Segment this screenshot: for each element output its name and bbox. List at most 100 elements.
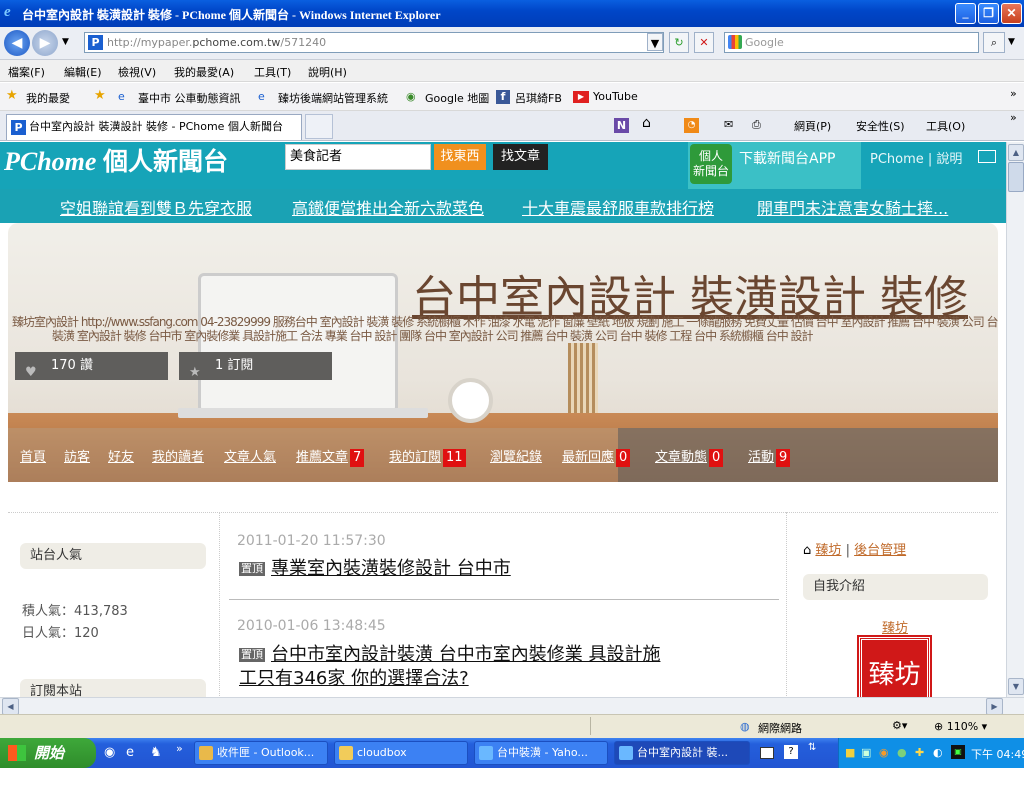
page-menu[interactable]: 網頁(P) xyxy=(794,118,831,134)
language-bar-icon[interactable]: ⇅ xyxy=(808,742,816,753)
owner-stamp-image[interactable]: 臻坊 xyxy=(857,635,932,697)
admin-link[interactable]: 後台管理 xyxy=(854,543,906,558)
news-link[interactable]: 高鐵便當推出全新六款菜色 xyxy=(292,195,484,219)
forward-button[interactable]: ▶ xyxy=(32,30,58,56)
blog-description: 臻坊室內設計 http://www.ssfang.com 04-23829999… xyxy=(12,315,998,345)
nav-subscriptions[interactable]: 我的訂閱 11 xyxy=(389,446,466,467)
mail-icon[interactable]: ✉ xyxy=(724,118,733,131)
tray-icon-1[interactable]: ■ xyxy=(845,746,855,759)
task-current-ie[interactable]: 台中室內設計 裝... xyxy=(614,741,750,765)
quicklaunch-media-icon[interactable]: ◉ xyxy=(104,745,115,760)
search-options-icon[interactable]: ▼ xyxy=(1008,37,1015,47)
tray-icon-4[interactable]: ● xyxy=(897,746,907,759)
address-input[interactable]: P http://mypaper.pchome.com.tw/571240 xyxy=(84,32,664,53)
refresh-icon[interactable]: ↻ xyxy=(669,32,689,53)
scroll-left-arrow[interactable]: ◀ xyxy=(2,698,19,715)
menu-bar: 檔案(F) 編輯(E) 檢視(V) 我的最愛(A) 工具(T) 說明(H) xyxy=(0,60,1024,82)
nav-home[interactable]: 首頁 xyxy=(20,446,46,465)
favorites-button[interactable]: 我的最愛 xyxy=(26,90,70,106)
tray-icon-5[interactable]: ✚ xyxy=(915,746,924,759)
toolbar-overflow-icon[interactable]: » xyxy=(1010,111,1017,124)
favbar-overflow-icon[interactable]: » xyxy=(1010,87,1017,100)
menu-view[interactable]: 檢視(V) xyxy=(118,64,156,80)
tray-icon-7[interactable]: ▣ xyxy=(951,745,965,759)
rss-feed-icon[interactable]: ◔ xyxy=(684,118,699,133)
nav-readers[interactable]: 我的讀者 xyxy=(152,446,204,465)
search-input[interactable]: Google xyxy=(724,32,979,53)
address-dropdown-icon[interactable]: ▼ xyxy=(647,33,663,51)
scroll-right-arrow[interactable]: ▶ xyxy=(986,698,1003,715)
protected-mode-icon[interactable]: ⚙▾ xyxy=(892,719,907,732)
window-title-bar[interactable]: e 台中室內設計 裝潢設計 裝修 - PChome 個人新聞台 - Window… xyxy=(0,0,1024,27)
maximize-button[interactable]: ❐ xyxy=(978,3,999,24)
find-button[interactable]: 找東西 xyxy=(434,144,486,170)
keyboard-icon[interactable] xyxy=(760,747,774,759)
stop-icon[interactable]: ✕ xyxy=(694,32,714,53)
nav-recommended[interactable]: 推薦文章 7 xyxy=(296,446,365,467)
search-button[interactable]: ⌕ xyxy=(983,32,1005,53)
back-button[interactable]: ◀ xyxy=(4,30,30,56)
history-dropdown-icon[interactable]: ▼ xyxy=(62,37,69,47)
tray-icon-6[interactable]: ◐ xyxy=(933,746,943,759)
home-icon[interactable]: ⌂ xyxy=(642,115,651,131)
horizontal-scrollbar[interactable]: ◀ ▶ xyxy=(0,697,1024,715)
menu-edit[interactable]: 編輯(E) xyxy=(64,64,102,80)
vertical-scrollbar[interactable]: ▲ ▼ xyxy=(1006,142,1024,697)
owner-home-link[interactable]: 臻坊 xyxy=(815,543,841,558)
post-title[interactable]: 置頂 專業室內裝潢裝修設計 台中市 xyxy=(239,557,511,581)
menu-tools[interactable]: 工具(T) xyxy=(254,64,291,80)
task-outlook[interactable]: 收件匣 - Outlook... xyxy=(194,741,328,765)
fav-google-maps[interactable]: Google 地圖 xyxy=(425,90,489,106)
task-cloudbox[interactable]: cloudbox xyxy=(334,741,468,765)
safety-menu[interactable]: 安全性(S) xyxy=(856,118,905,134)
clock[interactable]: 下午 04:49 xyxy=(971,746,1024,762)
owner-name-link[interactable]: 臻坊 xyxy=(882,617,908,636)
news-link[interactable]: 開車門未注意害女騎士摔... xyxy=(757,195,948,219)
scroll-thumb[interactable] xyxy=(1008,162,1024,192)
like-button[interactable]: ♥ 170 讚 xyxy=(15,352,168,380)
zoom-control[interactable]: ⊕ 110% ▾ xyxy=(934,720,987,733)
app-download-banner[interactable]: 個人 新聞台 下載新聞台APP xyxy=(688,142,861,189)
tray-icon-3[interactable]: ◉ xyxy=(879,746,889,759)
quicklaunch-ie-icon[interactable]: e xyxy=(126,745,134,760)
minimize-button[interactable]: _ xyxy=(955,3,976,24)
post-title[interactable]: 置頂 台中市室內設計裝潢 台中市室內裝修業 具設計施 工只有346家 你的選擇合法? xyxy=(239,643,660,691)
menu-favorites[interactable]: 我的最愛(A) xyxy=(174,64,234,80)
nav-friends[interactable]: 好友 xyxy=(108,446,134,465)
scroll-up-arrow[interactable]: ▲ xyxy=(1008,144,1024,161)
nav-history[interactable]: 瀏覽紀錄 xyxy=(490,446,542,465)
fav-facebook[interactable]: 呂琪綺FB xyxy=(515,90,562,106)
subscribe-button[interactable]: ★ 1 訂閱 xyxy=(179,352,332,380)
find-article-button[interactable]: 找文章 xyxy=(493,144,548,170)
add-favorite-icon[interactable]: ★ xyxy=(94,88,106,103)
quicklaunch-app-icon[interactable]: ♞ xyxy=(150,745,162,760)
tab-current[interactable]: P 台中室內設計 裝潢設計 裝修 - PChome 個人新聞台 xyxy=(6,114,302,140)
pchome-help-links[interactable]: PChome | 說明 xyxy=(870,148,962,167)
news-link[interactable]: 十大車震最舒服車款排行榜 xyxy=(522,195,714,219)
fav-bus-info[interactable]: 臺中市 公車動態資訊 xyxy=(138,90,241,106)
task-yahoo[interactable]: 台中裝潢 - Yaho... xyxy=(474,741,608,765)
news-link[interactable]: 空姐聯誼看到雙Ｂ先穿衣服 xyxy=(60,195,252,219)
fav-youtube[interactable]: YouTube xyxy=(593,90,638,103)
scroll-down-arrow[interactable]: ▼ xyxy=(1008,678,1024,695)
onenote-icon[interactable]: N xyxy=(614,118,629,133)
site-logo[interactable]: PChome 個人新聞台 xyxy=(4,142,228,178)
site-search-input[interactable]: 美食記者 xyxy=(285,144,431,170)
nav-article-popularity[interactable]: 文章人氣 xyxy=(224,446,276,465)
quicklaunch-overflow-icon[interactable]: » xyxy=(176,742,183,755)
close-button[interactable]: ✕ xyxy=(1001,3,1022,24)
nav-article-activity[interactable]: 文章動態 0 xyxy=(655,446,724,467)
start-button[interactable]: 開始 xyxy=(0,738,96,768)
menu-help[interactable]: 說明(H) xyxy=(308,64,347,80)
tools-menu[interactable]: 工具(O) xyxy=(926,118,965,134)
mail-icon[interactable] xyxy=(978,150,996,163)
print-icon[interactable]: ⎙ xyxy=(752,118,761,132)
tray-icon-2[interactable]: ▣ xyxy=(861,746,871,759)
nav-events[interactable]: 活動 9 xyxy=(748,446,791,467)
menu-file[interactable]: 檔案(F) xyxy=(8,64,45,80)
nav-guests[interactable]: 訪客 xyxy=(64,446,90,465)
help-icon[interactable]: ? xyxy=(784,745,798,759)
nav-latest-replies[interactable]: 最新回應 0 xyxy=(562,446,631,467)
new-tab-button[interactable] xyxy=(305,114,333,139)
fav-admin-system[interactable]: 臻坊後端網站管理系統 xyxy=(278,90,388,106)
